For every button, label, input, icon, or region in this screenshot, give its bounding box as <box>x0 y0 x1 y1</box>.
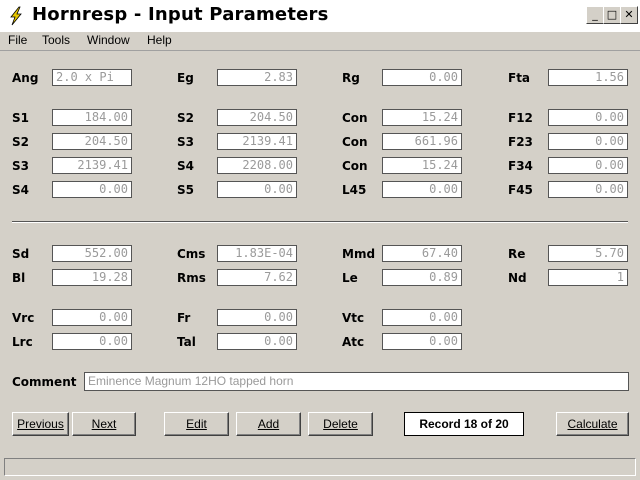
comment-field[interactable]: Eminence Magnum 12HO tapped horn <box>84 372 629 391</box>
param-label-f34: F34 <box>508 159 533 173</box>
param-label-re: Re <box>508 247 526 261</box>
lightning-bolt-icon <box>10 6 22 26</box>
param-label-fta: Fta <box>508 71 531 85</box>
hornresp-window: Hornresp - Input Parameters _ □ ✕ File T… <box>0 0 640 480</box>
param-label-s5: S5 <box>177 183 194 197</box>
status-bar <box>4 458 636 476</box>
param-label-lrc: Lrc <box>12 335 33 349</box>
param-label-vtc: Vtc <box>342 311 365 325</box>
minimize-button[interactable]: _ <box>586 6 604 24</box>
param-field-cms[interactable]: 1.83E-04 <box>217 245 297 262</box>
param-label-vrc: Vrc <box>12 311 35 325</box>
param-label-s3: S3 <box>177 135 194 149</box>
param-label-tal: Tal <box>177 335 196 349</box>
record-indicator: Record 18 of 20 <box>404 412 524 436</box>
param-field-s3[interactable]: 2139.41 <box>217 133 297 150</box>
param-field-s2-b[interactable]: 204.50 <box>52 133 132 150</box>
param-field-eg[interactable]: 2.83 <box>217 69 297 86</box>
param-field-le[interactable]: 0.89 <box>382 269 462 286</box>
param-label-fr: Fr <box>177 311 191 325</box>
param-field-f45[interactable]: 0.00 <box>548 181 628 198</box>
edit-button[interactable]: Edit <box>164 412 229 436</box>
param-label-con1: Con <box>342 111 368 125</box>
param-field-s5[interactable]: 0.00 <box>217 181 297 198</box>
param-field-atc[interactable]: 0.00 <box>382 333 462 350</box>
menu-file[interactable]: File <box>8 33 27 47</box>
param-label-s3-b: S3 <box>12 159 29 173</box>
menu-bar: File Tools Window Help <box>0 32 640 51</box>
section-divider <box>12 221 628 223</box>
param-label-f23: F23 <box>508 135 533 149</box>
maximize-icon: □ <box>606 8 618 21</box>
param-field-rms[interactable]: 7.62 <box>217 269 297 286</box>
param-field-fr[interactable]: 0.00 <box>217 309 297 326</box>
param-label-eg: Eg <box>177 71 194 85</box>
param-field-re[interactable]: 5.70 <box>548 245 628 262</box>
menu-window[interactable]: Window <box>87 33 130 47</box>
param-label-s4: S4 <box>177 159 194 173</box>
param-field-f12[interactable]: 0.00 <box>548 109 628 126</box>
param-field-rg[interactable]: 0.00 <box>382 69 462 86</box>
param-label-s2: S2 <box>177 111 194 125</box>
param-field-lrc[interactable]: 0.00 <box>52 333 132 350</box>
title-bar[interactable]: Hornresp - Input Parameters _ □ ✕ <box>0 0 640 33</box>
next-button[interactable]: Next <box>72 412 136 436</box>
param-field-l45[interactable]: 0.00 <box>382 181 462 198</box>
param-label-nd: Nd <box>508 271 527 285</box>
menu-help[interactable]: Help <box>147 33 172 47</box>
param-field-vrc[interactable]: 0.00 <box>52 309 132 326</box>
close-icon: ✕ <box>624 8 634 21</box>
param-field-s4-b[interactable]: 0.00 <box>52 181 132 198</box>
param-label-l45: L45 <box>342 183 367 197</box>
param-label-ang: Ang <box>12 71 39 85</box>
param-field-nd[interactable]: 1 <box>548 269 628 286</box>
param-field-f23[interactable]: 0.00 <box>548 133 628 150</box>
maximize-button[interactable]: □ <box>603 6 621 24</box>
param-field-con2[interactable]: 661.96 <box>382 133 462 150</box>
param-field-s3-b[interactable]: 2139.41 <box>52 157 132 174</box>
add-button[interactable]: Add <box>236 412 301 436</box>
param-field-ang[interactable]: 2.0 x Pi <box>52 69 132 86</box>
param-field-sd[interactable]: 552.00 <box>52 245 132 262</box>
param-field-s2[interactable]: 204.50 <box>217 109 297 126</box>
param-field-s1[interactable]: 184.00 <box>52 109 132 126</box>
input-parameters-panel: Ang 2.0 x Pi Eg 2.83 Rg 0.00 Fta 1.56 S1… <box>0 51 640 455</box>
param-label-mmd: Mmd <box>342 247 376 261</box>
param-label-rms: Rms <box>177 271 206 285</box>
param-field-s4[interactable]: 2208.00 <box>217 157 297 174</box>
window-title: Hornresp - Input Parameters <box>32 4 329 25</box>
param-field-bl[interactable]: 19.28 <box>52 269 132 286</box>
param-field-f34[interactable]: 0.00 <box>548 157 628 174</box>
param-label-bl: Bl <box>12 271 26 285</box>
param-label-cms: Cms <box>177 247 206 261</box>
param-field-con3[interactable]: 15.24 <box>382 157 462 174</box>
calculate-button[interactable]: Calculate <box>556 412 629 436</box>
param-field-con1[interactable]: 15.24 <box>382 109 462 126</box>
param-label-sd: Sd <box>12 247 30 261</box>
param-label-s1: S1 <box>12 111 29 125</box>
param-label-rg: Rg <box>342 71 360 85</box>
param-field-vtc[interactable]: 0.00 <box>382 309 462 326</box>
param-label-con2: Con <box>342 135 368 149</box>
param-label-le: Le <box>342 271 358 285</box>
minimize-icon: _ <box>592 8 598 21</box>
param-field-fta[interactable]: 1.56 <box>548 69 628 86</box>
close-button[interactable]: ✕ <box>620 6 638 24</box>
param-field-tal[interactable]: 0.00 <box>217 333 297 350</box>
param-label-f12: F12 <box>508 111 533 125</box>
delete-button[interactable]: Delete <box>308 412 373 436</box>
param-field-mmd[interactable]: 67.40 <box>382 245 462 262</box>
param-label-f45: F45 <box>508 183 533 197</box>
param-label-s2-b: S2 <box>12 135 29 149</box>
param-label-atc: Atc <box>342 335 365 349</box>
param-label-con3: Con <box>342 159 368 173</box>
menu-tools[interactable]: Tools <box>42 33 70 47</box>
previous-button[interactable]: Previous <box>12 412 69 436</box>
comment-label: Comment <box>12 375 77 389</box>
param-label-s4-b: S4 <box>12 183 29 197</box>
